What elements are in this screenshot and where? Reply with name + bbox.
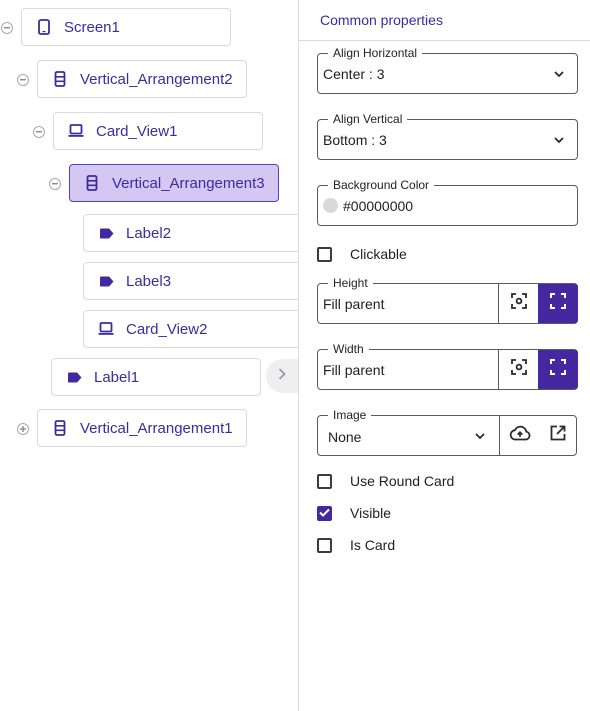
collapse-toggle-vertical-arrangement3[interactable] [49,178,61,190]
tree-node-card-view2[interactable]: Card_View2 [83,310,298,348]
align-vertical-select[interactable]: Align Vertical Bottom : 3 [317,112,578,160]
clickable-label: Clickable [350,246,407,262]
height-label: Height [328,276,373,290]
checkmark-icon [319,504,330,522]
tree-node-label: Card_View2 [126,320,208,338]
card-view-icon [98,321,114,337]
fullscreen-icon [550,293,566,314]
tree-node-label: Screen1 [64,18,120,36]
label-tag-icon [98,225,114,241]
image-value: None [328,429,362,445]
vertical-arrangement-icon [52,71,68,87]
is-card-checkbox-row[interactable]: Is Card [317,535,395,555]
is-card-checkbox[interactable] [317,537,332,553]
width-value: Fill parent [323,362,385,378]
chevron-down-icon [552,67,566,81]
component-tree: Screen1 Vertical_Arrangement2 Card_View1… [0,0,298,711]
width-fill-parent-button[interactable] [538,350,578,389]
collapse-toggle-screen1[interactable] [1,22,13,34]
background-color-value: #00000000 [343,198,414,214]
chevron-down-icon[interactable] [473,429,487,443]
tree-node-label: Label3 [126,272,172,290]
tree-node-label: Vertical_Arrangement2 [80,70,233,88]
card-view-icon [68,123,84,139]
align-vertical-value: Bottom : 3 [323,132,387,148]
image-field[interactable]: Image None [317,408,578,456]
upload-image-button[interactable] [499,416,539,455]
collapse-toggle-card-view1[interactable] [33,126,45,138]
tree-node-vertical-arrangement1[interactable]: Vertical_Arrangement1 [37,409,247,447]
height-field[interactable]: Height Fill parent [317,276,578,324]
width-auto-button[interactable] [498,350,538,389]
tree-node-vertical-arrangement2[interactable]: Vertical_Arrangement2 [37,60,247,98]
tree-node-label1[interactable]: Label1 [51,358,261,396]
label-tag-icon [98,273,114,289]
tree-node-label2[interactable]: Label2 [83,214,298,252]
color-swatch[interactable] [323,198,338,213]
properties-panel: Common properties Align Horizontal Cente… [298,0,590,711]
expand-toggle-vertical-arrangement1[interactable] [17,423,29,435]
vertical-arrangement-icon [84,175,100,191]
tree-node-screen1[interactable]: Screen1 [21,8,231,46]
height-fill-parent-button[interactable] [538,284,578,323]
properties-title: Common properties [320,12,443,28]
use-round-card-label: Use Round Card [350,473,455,489]
image-label: Image [328,408,372,422]
align-horizontal-select[interactable]: Align Horizontal Center : 3 [317,46,578,94]
tree-node-label: Vertical_Arrangement3 [112,174,265,192]
use-round-card-checkbox-row[interactable]: Use Round Card [317,471,454,491]
focus-center-icon [510,359,527,380]
label-tag-icon [66,369,82,385]
visible-label: Visible [350,505,391,521]
properties-header: Common properties [299,0,590,41]
align-horizontal-value: Center : 3 [323,66,385,82]
tree-node-label: Card_View1 [96,122,178,140]
height-auto-button[interactable] [498,284,538,323]
width-field[interactable]: Width Fill parent [317,342,578,390]
fullscreen-icon [550,359,566,380]
background-color-label: Background Color [328,178,435,192]
phone-icon [36,19,52,35]
is-card-label: Is Card [350,537,396,553]
height-value: Fill parent [323,296,385,312]
focus-center-icon [510,293,527,314]
collapse-panel-tab[interactable] [266,359,298,393]
width-label: Width [328,342,369,356]
tree-node-card-view1[interactable]: Card_View1 [53,112,263,150]
tree-node-vertical-arrangement3[interactable]: Vertical_Arrangement3 [69,164,279,202]
chevron-right-icon [278,367,286,385]
open-external-icon [550,425,566,446]
use-round-card-checkbox[interactable] [317,473,332,489]
tree-node-label3[interactable]: Label3 [83,262,298,300]
cloud-upload-icon [509,425,531,446]
collapse-toggle-vertical-arrangement2[interactable] [17,74,29,86]
tree-node-label: Vertical_Arrangement1 [80,419,233,437]
align-horizontal-label: Align Horizontal [328,46,423,60]
align-vertical-label: Align Vertical [328,112,408,126]
background-color-field[interactable]: Background Color #00000000 [317,178,578,226]
tree-node-label: Label1 [94,368,140,386]
tree-node-label: Label2 [126,224,172,242]
chevron-down-icon [552,133,566,147]
clickable-checkbox-row[interactable]: Clickable [317,244,407,264]
vertical-arrangement-icon [52,420,68,436]
clickable-checkbox[interactable] [317,246,332,262]
visible-checkbox-row[interactable]: Visible [317,503,391,523]
open-image-button[interactable] [538,416,578,455]
visible-checkbox[interactable] [317,504,332,522]
